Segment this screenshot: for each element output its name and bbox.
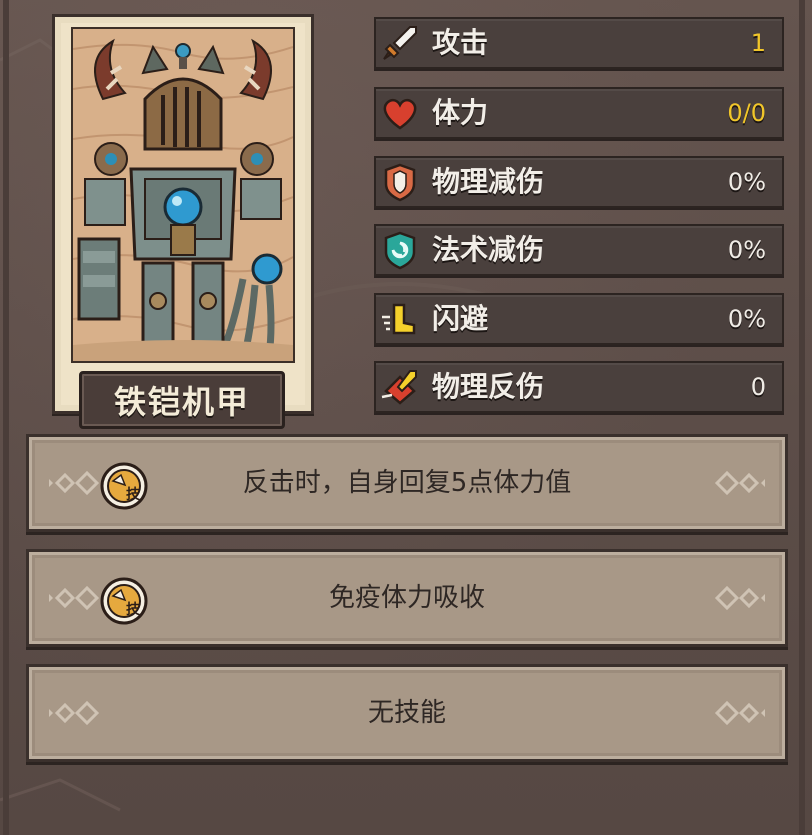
- skill-panel-3[interactable]: 无技能: [26, 664, 788, 762]
- dodge-boot-icon: [382, 303, 416, 335]
- reflect-damage-icon: [381, 370, 417, 405]
- stat-physical-reflect: 物理反伤 0: [374, 361, 784, 413]
- stat-value: 0%: [727, 305, 766, 333]
- stat-label: 攻击: [432, 26, 489, 59]
- heart-icon: [383, 98, 417, 130]
- stat-label: 法术减伤: [432, 233, 545, 266]
- character-card: 铁铠机甲: [52, 14, 314, 429]
- ornament-right-icon: [714, 700, 765, 726]
- character-portrait: [71, 27, 295, 363]
- stat-stamina: 体力 0/0: [374, 87, 784, 139]
- stat-value: 0%: [727, 236, 766, 264]
- stat-attack: 攻击 1: [374, 17, 784, 69]
- skill-description: 免疫体力吸收: [328, 583, 485, 613]
- character-name-plate: 铁铠机甲: [79, 371, 285, 429]
- skill-description: 反击时，自身回复5点体力值: [242, 468, 572, 498]
- stat-value: 0/0: [727, 99, 766, 127]
- magic-shield-icon: [384, 231, 416, 270]
- stat-physical-reduction: 物理减伤 0%: [374, 156, 784, 208]
- ornament-right-icon: [714, 470, 765, 496]
- skill-panel-2[interactable]: 技 免疫体力吸收: [26, 549, 788, 647]
- stat-dodge: 闪避 0%: [374, 293, 784, 345]
- stat-label: 物理反伤: [432, 370, 545, 403]
- physical-shield-icon: [384, 163, 416, 202]
- sword-icon: [383, 26, 417, 60]
- stat-value: 0: [750, 373, 766, 401]
- stat-label: 物理减伤: [432, 165, 545, 198]
- character-name: 铁铠机甲: [113, 383, 250, 421]
- stat-label: 闪避: [432, 302, 489, 335]
- stat-label: 体力: [432, 96, 489, 129]
- skill-panel-1[interactable]: 技 反击时，自身回复5点体力值: [26, 434, 788, 532]
- skill-description: 无技能: [367, 698, 446, 728]
- ornament-right-icon: [714, 585, 765, 611]
- stat-value: 0%: [727, 168, 766, 196]
- stat-value: 1: [750, 29, 766, 57]
- mech-knight-art: [73, 29, 293, 361]
- stat-magic-reduction: 法术减伤 0%: [374, 224, 784, 276]
